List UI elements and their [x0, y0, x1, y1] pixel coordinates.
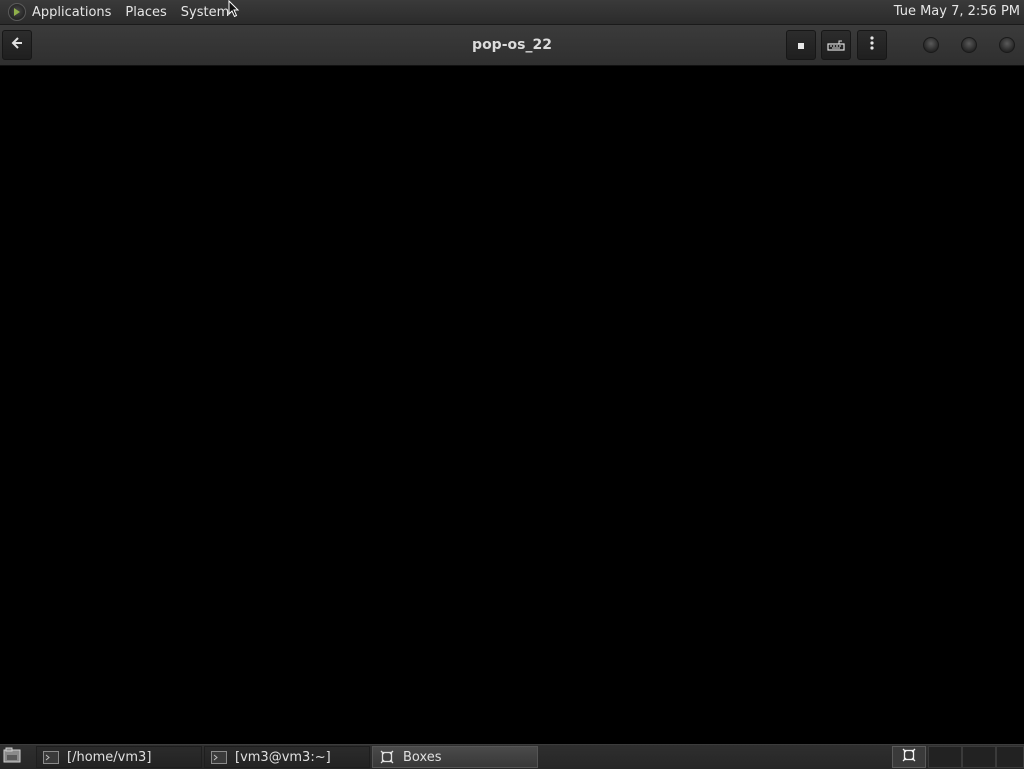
task-home-vm3[interactable]: [/home/vm3]: [36, 746, 202, 768]
task-label: Boxes: [403, 749, 442, 765]
close-button[interactable]: [999, 37, 1015, 53]
applications-logo-icon[interactable]: [8, 3, 26, 21]
bottom-panel: [/home/vm3] [vm3@vm3:~] Boxes: [0, 744, 1024, 769]
stop-button[interactable]: [786, 30, 816, 60]
menu-places[interactable]: Places: [125, 5, 166, 20]
headerbar: pop-os_22: [0, 25, 1024, 66]
minimize-button[interactable]: [923, 37, 939, 53]
top-menus: Applications Places System: [8, 0, 243, 24]
clock[interactable]: Tue May 7, 2:56 PM: [894, 0, 1020, 24]
mouse-pointer-icon: [228, 0, 240, 22]
vm-display[interactable]: [0, 66, 1024, 744]
task-label: [/home/vm3]: [67, 749, 152, 765]
task-boxes[interactable]: Boxes: [372, 746, 538, 768]
menu-button[interactable]: [857, 30, 887, 60]
stop-icon: [796, 36, 806, 55]
boxes-icon: [379, 750, 395, 764]
maximize-button[interactable]: [961, 37, 977, 53]
terminal-icon: [43, 750, 59, 764]
workspace-1[interactable]: [892, 746, 926, 768]
workspace-4[interactable]: [996, 746, 1024, 768]
keyboard-icon: [827, 36, 845, 55]
keyboard-button[interactable]: [821, 30, 851, 60]
workspace-3[interactable]: [962, 746, 996, 768]
menu-applications[interactable]: Applications: [32, 5, 111, 20]
boxes-icon: [902, 748, 916, 766]
menu-system[interactable]: System: [181, 5, 229, 20]
workspace-2[interactable]: [928, 746, 962, 768]
task-label: [vm3@vm3:~]: [235, 749, 331, 765]
kebab-menu-icon: [869, 35, 875, 55]
task-terminal-vm3[interactable]: [vm3@vm3:~]: [204, 746, 370, 768]
show-desktop-button[interactable]: [2, 747, 22, 767]
terminal-icon: [211, 750, 227, 764]
top-panel: Applications Places System Tue May 7, 2:…: [0, 0, 1024, 25]
show-desktop-icon: [3, 747, 21, 767]
